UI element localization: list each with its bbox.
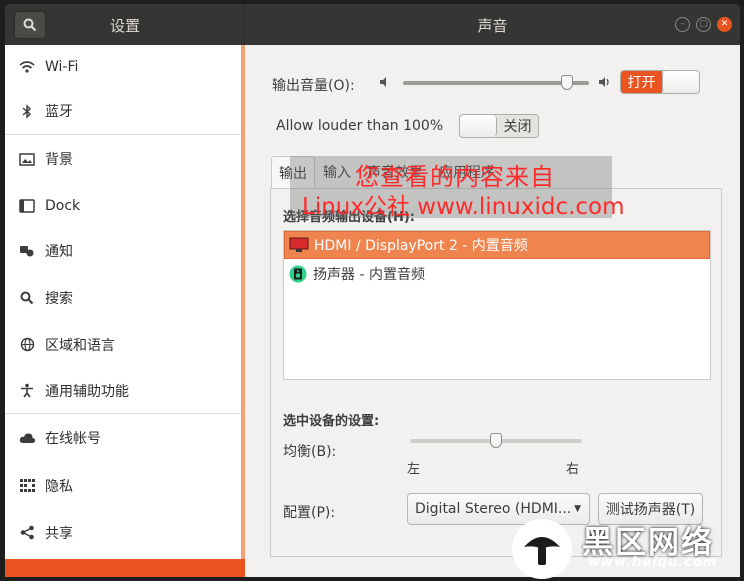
sidebar-item-label: 通用辅助功能 xyxy=(45,383,129,400)
sidebar-item-label: 蓝牙 xyxy=(45,104,73,120)
allow-louder-switch-label: 关闭 xyxy=(497,115,538,137)
watermark-line2: Linux公社 www.linuxidc.com xyxy=(302,194,625,220)
profile-label: 配置(P): xyxy=(283,505,336,521)
share-icon xyxy=(17,525,37,540)
sidebar-item-sound-selected[interactable] xyxy=(5,559,245,577)
list-item[interactable]: 扬声器 - 内置音频 xyxy=(284,260,710,288)
minimize-icon: – xyxy=(680,19,685,29)
chevron-down-icon: ▼ xyxy=(574,504,581,514)
balance-left-label: 左 xyxy=(407,462,421,477)
globe-icon xyxy=(17,337,37,352)
sidebar-item-label: 搜索 xyxy=(45,290,73,307)
close-icon: ✕ xyxy=(720,19,729,29)
list-item[interactable]: HDMI / DisplayPort 2 - 内置音频 xyxy=(284,231,710,259)
sidebar-item-sharing[interactable]: 共享 xyxy=(5,509,241,556)
dock-icon xyxy=(17,198,37,213)
sidebar-item-notifications[interactable]: 通知 xyxy=(5,228,241,274)
volume-low-icon xyxy=(380,77,386,87)
volume-switch-label: 打开 xyxy=(621,71,662,93)
balance-label: 均衡(B): xyxy=(283,444,337,460)
sidebar-headerbar: 设置 xyxy=(5,4,245,45)
bluetooth-icon xyxy=(17,103,37,119)
logo-url: www.heiqu.com xyxy=(588,555,718,570)
allow-louder-switch[interactable]: 关闭 xyxy=(459,114,539,138)
sidebar-title: 设置 xyxy=(109,17,140,35)
sidebar-item-bluetooth[interactable]: 蓝牙 xyxy=(5,88,241,134)
sidebar-item-label: Dock xyxy=(45,197,81,214)
output-volume-slider-handle[interactable] xyxy=(560,75,573,90)
cloud-icon xyxy=(17,432,37,444)
maximize-icon: ▢ xyxy=(699,19,708,29)
panel-headerbar: 声音 – ▢ ✕ xyxy=(245,4,740,45)
minimize-button[interactable]: – xyxy=(675,17,690,32)
profile-dropdown-value: Digital Stereo (HDMI... xyxy=(415,501,572,517)
sidebar-item-dock[interactable]: Dock xyxy=(5,183,241,228)
close-button[interactable]: ✕ xyxy=(717,17,732,32)
sidebar-item-region[interactable]: 区域和语言 xyxy=(5,321,241,368)
accessibility-icon xyxy=(17,383,37,398)
privacy-icon xyxy=(17,479,37,492)
sidebar-item-label: 通知 xyxy=(45,244,73,260)
device-label: 扬声器 - 内置音频 xyxy=(313,267,425,283)
sidebar-item-wifi[interactable]: Wi-Fi xyxy=(5,45,241,88)
sidebar-item-label: Wi-Fi xyxy=(45,58,79,75)
sidebar-item-search[interactable]: 搜索 xyxy=(5,274,241,321)
sidebar-item-privacy[interactable]: 隐私 xyxy=(5,462,241,509)
monitor-icon xyxy=(288,236,310,254)
volume-switch[interactable]: 打开 xyxy=(620,70,700,94)
volume-switch-thumb xyxy=(661,71,699,93)
device-label: HDMI / DisplayPort 2 - 内置音频 xyxy=(314,238,528,254)
volume-high-icon xyxy=(599,77,609,87)
maximize-button[interactable]: ▢ xyxy=(696,17,711,32)
sidebar-item-accessibility[interactable]: 通用辅助功能 xyxy=(5,368,241,413)
profile-dropdown[interactable]: Digital Stereo (HDMI... ▼ xyxy=(407,493,590,525)
mushroom-logo-icon xyxy=(512,519,572,579)
sidebar-item-label: 隐私 xyxy=(45,478,73,495)
output-volume-label: 输出音量(O): xyxy=(272,78,355,94)
settings-window: 设置 声音 – ▢ ✕ Wi-Fi 蓝牙 背景 Dock 通知 搜索 区域和语言… xyxy=(5,4,740,577)
search-icon xyxy=(17,291,37,305)
output-device-list: HDMI / DisplayPort 2 - 内置音频 扬声器 - 内置音频 xyxy=(283,230,711,380)
balance-right-label: 右 xyxy=(566,462,580,477)
sound-panel: 输出音量(O): 打开 Allow louder than 100% 关闭 输出… xyxy=(245,45,740,577)
sidebar-item-background[interactable]: 背景 xyxy=(5,135,241,183)
sidebar-item-online-accounts[interactable]: 在线帐号 xyxy=(5,414,241,462)
allow-louder-label: Allow louder than 100% xyxy=(276,118,444,134)
wifi-icon xyxy=(17,60,37,74)
test-speakers-label: 测试扬声器(T) xyxy=(605,502,696,518)
balance-slider-handle[interactable] xyxy=(490,433,502,448)
sidebar-item-label: 区域和语言 xyxy=(45,337,115,354)
device-settings-label: 选中设备的设置: xyxy=(283,414,380,429)
sidebar-item-label: 在线帐号 xyxy=(45,431,101,447)
panel-title: 声音 xyxy=(477,17,508,35)
sidebar: Wi-Fi 蓝牙 背景 Dock 通知 搜索 区域和语言 通用辅助功能 在线帐号… xyxy=(5,45,241,577)
notification-icon xyxy=(17,244,37,258)
speaker-icon xyxy=(287,265,309,283)
output-tab-panel: 选择音频输出设备(H): HDMI / DisplayPort 2 - 内置音频… xyxy=(270,188,722,557)
sidebar-item-label: 背景 xyxy=(45,152,73,168)
allow-louder-switch-thumb xyxy=(460,115,498,137)
sidebar-item-label: 共享 xyxy=(45,525,73,542)
background-icon xyxy=(17,152,37,166)
